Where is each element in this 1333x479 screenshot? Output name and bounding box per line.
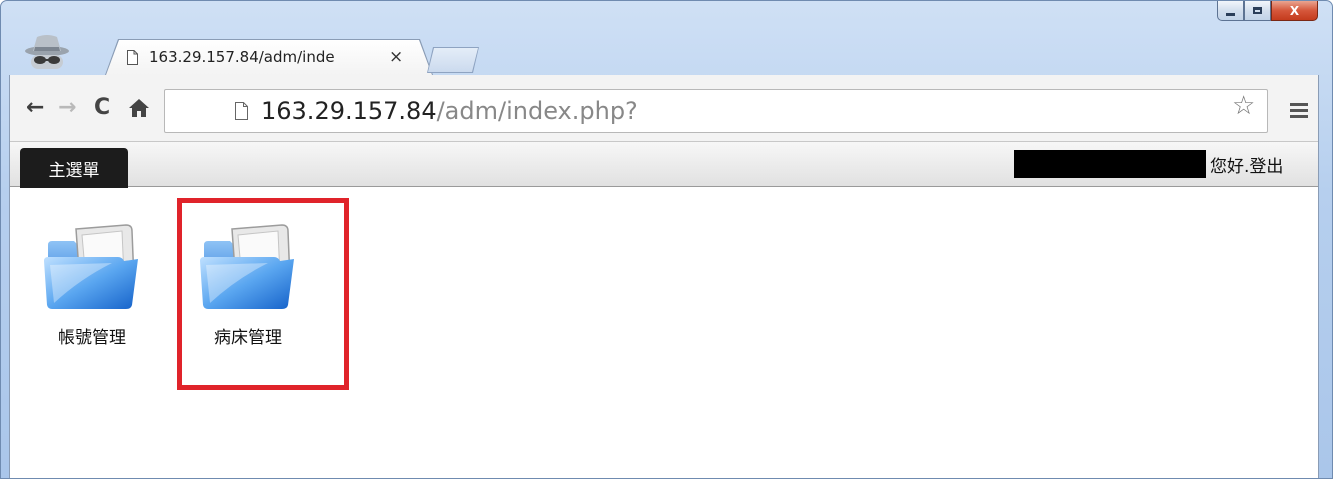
top-menubar: 主選單 您好.登出: [10, 141, 1318, 188]
folder-account-management[interactable]: 帳號管理: [32, 219, 152, 348]
close-icon: X: [1289, 3, 1300, 18]
url-host: 163.29.157.84: [261, 97, 437, 125]
close-window-button[interactable]: X: [1271, 1, 1318, 21]
tab-title: 163.29.157.84/adm/inde: [149, 48, 335, 66]
address-bar[interactable]: 163.29.157.84/adm/index.php?: [164, 89, 1268, 133]
back-button[interactable]: ←: [26, 97, 44, 119]
browser-toolbar: ← → C 163.29.157.84/adm/index.php? ☆: [9, 75, 1319, 141]
bookmark-star-icon[interactable]: ☆: [1232, 93, 1255, 119]
tab-close-icon[interactable]: ×: [389, 47, 403, 67]
folder-icon: [44, 224, 138, 309]
reload-button[interactable]: C: [94, 97, 110, 119]
highlight-box: [177, 198, 349, 390]
minimize-button[interactable]: [1217, 1, 1244, 21]
home-icon[interactable]: [128, 97, 150, 119]
new-tab-button[interactable]: [425, 47, 481, 73]
folder-label: 帳號管理: [58, 328, 126, 348]
redacted-username: [1014, 150, 1206, 178]
page-icon: [235, 102, 248, 120]
menu-icon[interactable]: [1290, 103, 1308, 121]
page-content: 主選單 您好.登出 帳號管理 病床管理: [9, 141, 1319, 478]
forward-button[interactable]: →: [58, 97, 76, 119]
url-path: /adm/index.php?: [436, 97, 638, 125]
caption-buttons: X: [1217, 1, 1318, 21]
maximize-button[interactable]: [1244, 1, 1271, 21]
url-text: 163.29.157.84/adm/index.php?: [261, 98, 638, 124]
maximize-icon: [1253, 7, 1262, 14]
minimize-icon: [1226, 12, 1235, 16]
greeting-logout-link[interactable]: 您好.登出: [1210, 152, 1283, 177]
browser-window: X 163.29.157.84/adm/inde × ← → C 163.29.…: [0, 0, 1333, 479]
main-menu-button[interactable]: 主選單: [20, 148, 128, 188]
page-icon: [127, 50, 138, 65]
tab-active[interactable]: 163.29.157.84/adm/inde ×: [105, 39, 433, 75]
incognito-icon: [25, 35, 69, 69]
